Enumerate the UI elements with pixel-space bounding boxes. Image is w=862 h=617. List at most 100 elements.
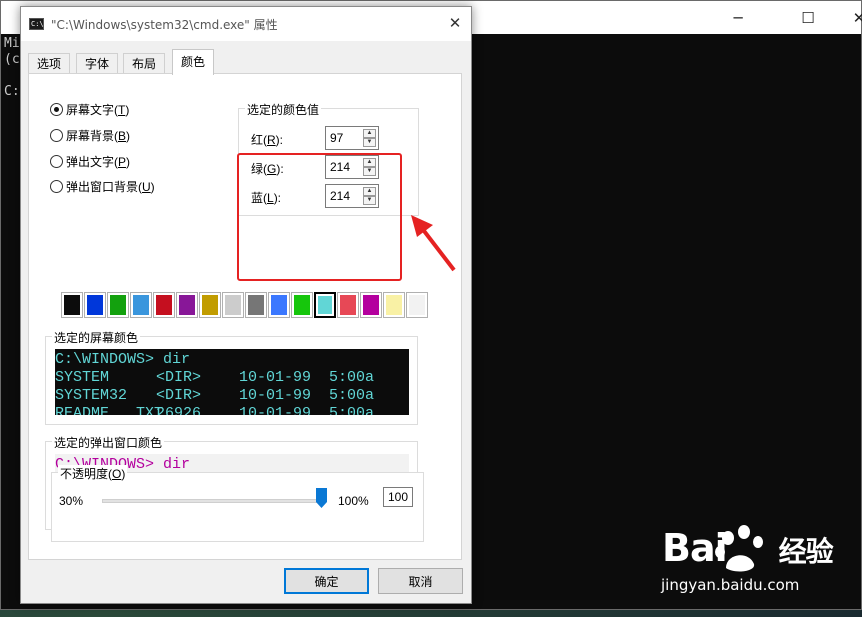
- swatch-fill: [271, 295, 287, 315]
- radio-button[interactable]: [50, 129, 63, 142]
- opacity-label: 不透明度(O): [58, 465, 128, 482]
- swatch-fill: [409, 295, 425, 315]
- swatch-fill: [179, 295, 195, 315]
- swatch-fill: [318, 296, 332, 314]
- screen-color-label: 选定的屏幕颜色: [52, 329, 141, 346]
- radio-label: 弹出窗口背景(U): [66, 180, 155, 194]
- radio-label: 弹出文字(P): [66, 155, 131, 169]
- preview-cell: 10-01-99: [239, 387, 312, 404]
- dialog-titlebar[interactable]: C:\ "C:\Windows\system32\cmd.exe" 属性 ✕: [21, 7, 471, 41]
- preview-cell: 10-01-99: [239, 369, 312, 386]
- swatch-fill: [363, 295, 379, 315]
- swatch-fill: [110, 295, 126, 315]
- color-swatch[interactable]: [291, 292, 313, 318]
- swatch-fill: [294, 295, 310, 315]
- cmd-icon: C:\: [29, 18, 44, 30]
- color-swatch[interactable]: [268, 292, 290, 318]
- red-value[interactable]: 97: [330, 131, 343, 145]
- console-line: (c: [4, 52, 20, 67]
- preview-cell: SYSTEM: [55, 369, 110, 386]
- increment-icon[interactable]: ▲: [363, 129, 376, 138]
- preview-line: README TXT26926 10-01-99 5:00a: [55, 405, 409, 415]
- swatch-fill: [156, 295, 172, 315]
- color-swatch[interactable]: [337, 292, 359, 318]
- color-palette: [61, 292, 429, 318]
- color-swatch[interactable]: [176, 292, 198, 318]
- watermark-url: jingyan.baidu.com: [661, 576, 800, 594]
- color-values-label: 选定的颜色值: [245, 101, 322, 118]
- color-swatch[interactable]: [314, 292, 336, 318]
- radio-screen-background[interactable]: 屏幕背景(B): [50, 127, 130, 144]
- color-swatch[interactable]: [245, 292, 267, 318]
- preview-cell: 5:00a: [329, 387, 375, 404]
- radio-button[interactable]: [50, 103, 63, 116]
- paw-icon: [715, 525, 763, 572]
- preview-cell: 26926: [156, 405, 202, 415]
- tab-options[interactable]: 选项: [28, 53, 71, 74]
- radio-label: 屏幕背景(B): [66, 129, 131, 143]
- color-swatch[interactable]: [406, 292, 428, 318]
- preview-cell: <DIR>: [156, 369, 202, 386]
- color-swatch[interactable]: [383, 292, 405, 318]
- swatch-fill: [133, 295, 149, 315]
- baidu-jingyan-watermark: Bai 经验 jingyan.baidu.com: [640, 520, 840, 600]
- preview-line: C:\WINDOWS> dir: [55, 351, 409, 369]
- preview-line: SYSTEM <DIR> 10-01-99 5:00a: [55, 369, 409, 387]
- color-swatch[interactable]: [222, 292, 244, 318]
- preview-cell: C:\WINDOWS> dir: [55, 351, 191, 368]
- tab-layout[interactable]: 布局: [123, 53, 166, 74]
- cancel-button[interactable]: 取消: [378, 568, 463, 594]
- console-line: Mi: [4, 36, 20, 51]
- screen-color-preview: C:\WINDOWS> dir SYSTEM <DIR> 10-01-99 5:00a S…: [55, 349, 409, 415]
- swatch-fill: [225, 295, 241, 315]
- swatch-fill: [248, 295, 264, 315]
- radio-popup-background[interactable]: 弹出窗口背景(U): [50, 178, 155, 195]
- radio-screen-text[interactable]: 屏幕文字(T): [50, 101, 129, 118]
- red-stepper[interactable]: 97 ▲ ▼: [325, 126, 379, 150]
- color-swatch[interactable]: [360, 292, 382, 318]
- red-spin-buttons: ▲ ▼: [363, 129, 376, 147]
- annotation-highlight-box: [237, 153, 402, 281]
- preview-cell: README TXT: [55, 405, 164, 415]
- color-swatch[interactable]: [84, 292, 106, 318]
- maximize-button[interactable]: ☐: [785, 1, 831, 34]
- radio-popup-text[interactable]: 弹出文字(P): [50, 153, 130, 170]
- swatch-fill: [87, 295, 103, 315]
- console-line: C:: [4, 84, 20, 99]
- close-window-button[interactable]: ✕: [836, 1, 862, 34]
- opacity-group: 不透明度(O) 30% 100% 100: [51, 465, 424, 542]
- swatch-fill: [202, 295, 218, 315]
- red-label: 红(R):: [251, 133, 284, 147]
- opacity-max-label: 100%: [338, 494, 369, 508]
- preview-cell: SYSTEM32: [55, 387, 128, 404]
- opacity-slider-thumb[interactable]: [316, 488, 327, 508]
- minimize-button[interactable]: ─: [715, 1, 761, 34]
- ok-button[interactable]: 确定: [284, 568, 369, 594]
- dialog-close-button[interactable]: ✕: [445, 13, 465, 33]
- radio-button[interactable]: [50, 155, 63, 168]
- color-swatch[interactable]: [107, 292, 129, 318]
- dialog-title: "C:\Windows\system32\cmd.exe" 属性: [51, 18, 278, 32]
- color-swatch[interactable]: [199, 292, 221, 318]
- color-swatch[interactable]: [153, 292, 175, 318]
- radio-label: 屏幕文字(T): [66, 103, 130, 117]
- color-swatch[interactable]: [130, 292, 152, 318]
- decrement-icon[interactable]: ▼: [363, 138, 376, 147]
- screen-color-group: 选定的屏幕颜色 C:\WINDOWS> dir SYSTEM <DIR> 10-01-…: [45, 329, 418, 425]
- preview-cell: 5:00a: [329, 369, 375, 386]
- properties-dialog: C:\ "C:\Windows\system32\cmd.exe" 属性 ✕ 选…: [20, 6, 472, 604]
- tab-font[interactable]: 字体: [76, 53, 119, 74]
- color-swatch[interactable]: [61, 292, 83, 318]
- annotation-arrow-icon: [411, 215, 456, 272]
- preview-cell: <DIR>: [156, 387, 202, 404]
- swatch-fill: [64, 295, 80, 315]
- swatch-fill: [386, 295, 402, 315]
- opacity-min-label: 30%: [59, 494, 84, 508]
- preview-line: SYSTEM32 <DIR> 10-01-99 5:00a: [55, 387, 409, 405]
- preview-cell: 10-01-99: [239, 405, 312, 415]
- radio-button[interactable]: [50, 180, 63, 193]
- tab-colors[interactable]: 颜色: [172, 49, 215, 75]
- opacity-input[interactable]: 100: [383, 487, 413, 507]
- opacity-slider-track[interactable]: [102, 499, 322, 503]
- swatch-fill: [340, 295, 356, 315]
